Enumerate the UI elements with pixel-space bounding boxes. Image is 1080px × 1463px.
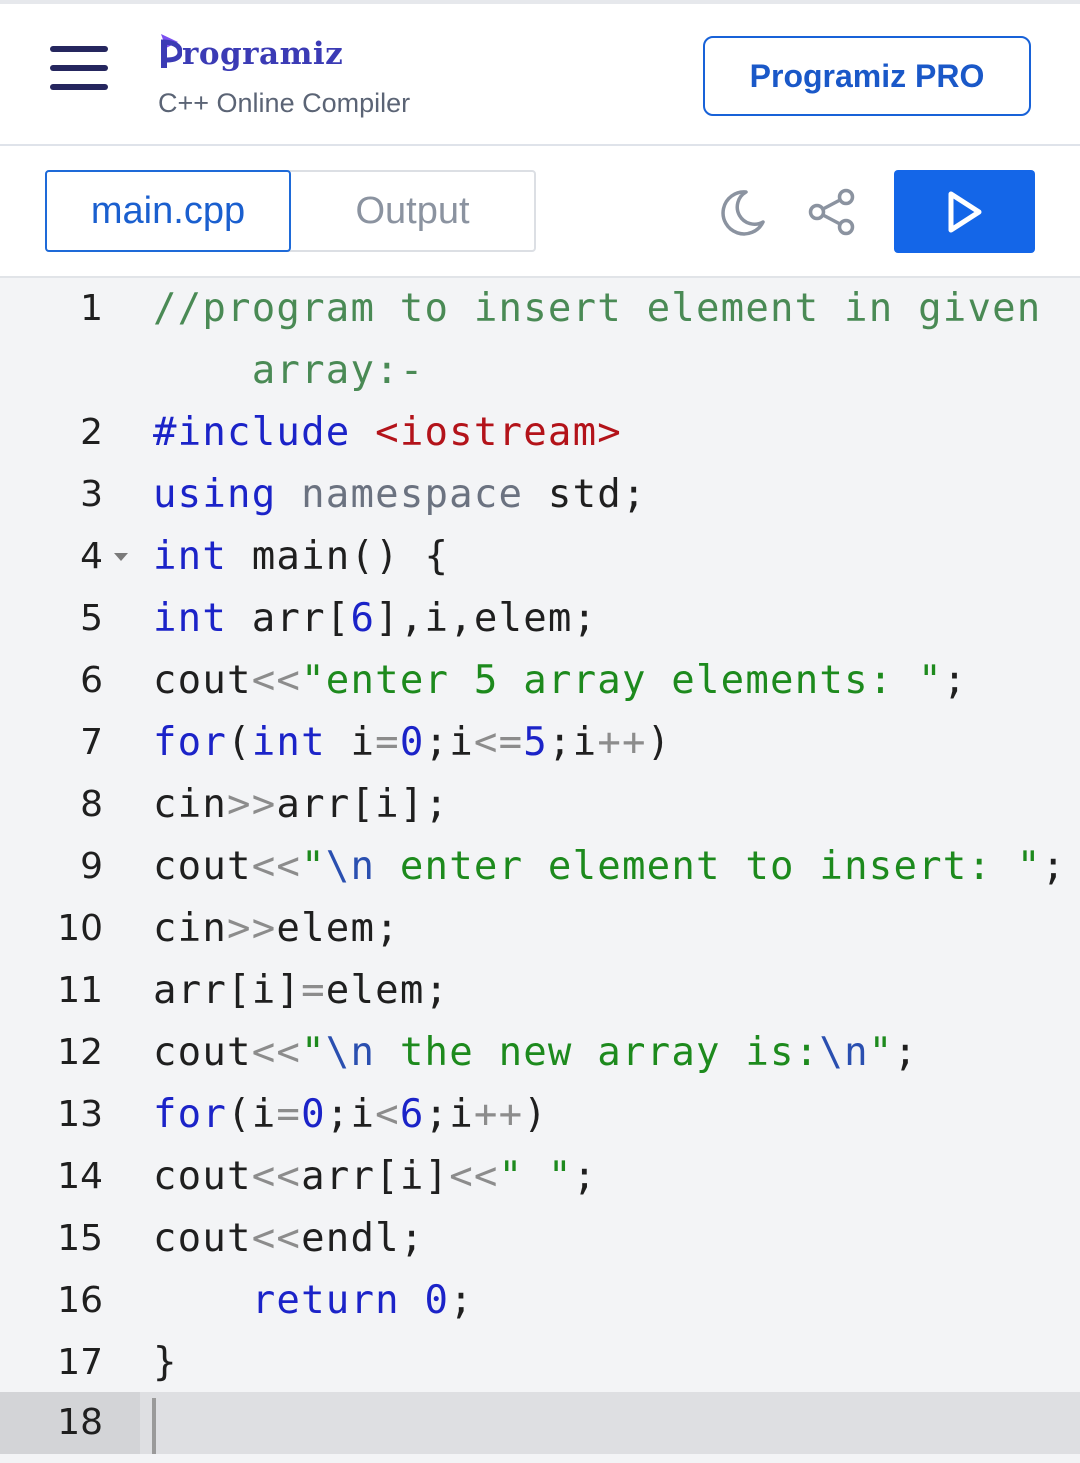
line-number: 4 [80,536,103,577]
code-line: 17 } [0,1332,1080,1394]
code-line: 14 cout<<arr[i]<<" "; [0,1146,1080,1208]
page-subtitle: C++ Online Compiler [158,88,411,118]
code-line: 13 for(i=0;i<6;i++) [0,1084,1080,1146]
code-text: cout<<"\n enter element to insert: "; [153,844,1067,889]
code-line: 5 int arr[6],i,elem; [0,588,1080,650]
run-button[interactable] [894,170,1035,253]
code-line: 6 cout<<"enter 5 array elements: "; [0,650,1080,712]
programiz-logo[interactable]: rogramiz [158,28,343,72]
line-number: 2 [80,412,103,453]
code-line: 3 using namespace std; [0,464,1080,526]
file-tabs: main.cpp Output [45,170,536,252]
line-number: 14 [57,1156,103,1197]
play-icon [948,191,981,232]
text-cursor [152,1398,156,1454]
code-line: 9 cout<<"\n enter element to insert: "; [0,836,1080,898]
line-number: 13 [57,1094,103,1135]
code-text: for(i=0;i<6;i++) [153,1092,548,1137]
code-text: cout<<"\n the new array is:\n"; [153,1030,919,1075]
code-text: //program to insert element in given [153,286,1042,331]
code-text: cin>>elem; [153,906,400,951]
line-number: 8 [80,784,103,825]
code-text: cout<<arr[i]<<" "; [153,1154,598,1199]
code-text: cout<<"enter 5 array elements: "; [153,658,968,703]
fold-arrow-icon[interactable] [114,553,128,561]
code-line: 15 cout<<endl; [0,1208,1080,1270]
code-text: cin>>arr[i]; [153,782,450,827]
hamburger-menu-icon[interactable] [50,46,108,90]
line-number: 6 [80,660,103,701]
tab-output[interactable]: Output [291,172,534,250]
tab-main-cpp[interactable]: main.cpp [45,170,291,252]
code-line: 7 for(int i=0;i<=5;i++) [0,712,1080,774]
programiz-pro-button[interactable]: Programiz PRO [703,36,1031,116]
code-line: 16 return 0; [0,1270,1080,1332]
code-line: 4 int main() { [0,526,1080,588]
code-text: for(int i=0;i<=5;i++) [153,720,672,765]
code-text: } [153,1340,178,1385]
line-number: 7 [80,722,103,763]
code-line: 8 cin>>arr[i]; [0,774,1080,836]
code-text: cout<<endl; [153,1216,425,1261]
code-line: 1 //program to insert element in given [0,278,1080,340]
app-header: rogramiz C++ Online Compiler Programiz P… [0,4,1080,146]
logo-mark-icon [158,30,183,72]
logo-text: rogramiz [182,36,344,72]
dark-mode-moon-icon[interactable] [716,186,768,238]
code-text: return 0; [251,1278,474,1323]
code-line: 2 #include <iostream> [0,402,1080,464]
line-number: 17 [57,1342,103,1383]
line-number: 16 [57,1280,103,1321]
line-number: 12 [57,1032,103,1073]
line-number: 5 [80,598,103,639]
line-number: 10 [57,908,103,949]
line-number: 9 [80,846,103,887]
code-line: 12 cout<<"\n the new array is:\n"; [0,1022,1080,1084]
line-number: 11 [57,970,103,1011]
line-number: 15 [57,1218,103,1259]
code-line: 18 [0,1392,1080,1454]
code-text: array:- [153,348,425,393]
code-line-wrap: array:- [0,340,1080,402]
code-text: using namespace std; [153,472,647,517]
code-text: #include <iostream> [153,410,622,455]
editor-toolbar: main.cpp Output [0,146,1080,278]
code-text: arr[i]=elem; [153,968,450,1013]
code-text: int main() { [153,534,450,579]
code-text: int arr[6],i,elem; [153,596,598,641]
share-icon[interactable] [806,186,858,238]
code-line: 11 arr[i]=elem; [0,960,1080,1022]
code-editor[interactable]: 1 //program to insert element in given a… [0,278,1080,1463]
line-number: 1 [80,288,103,329]
line-number: 18 [57,1402,103,1443]
code-line: 10 cin>>elem; [0,898,1080,960]
line-number: 3 [80,474,103,515]
